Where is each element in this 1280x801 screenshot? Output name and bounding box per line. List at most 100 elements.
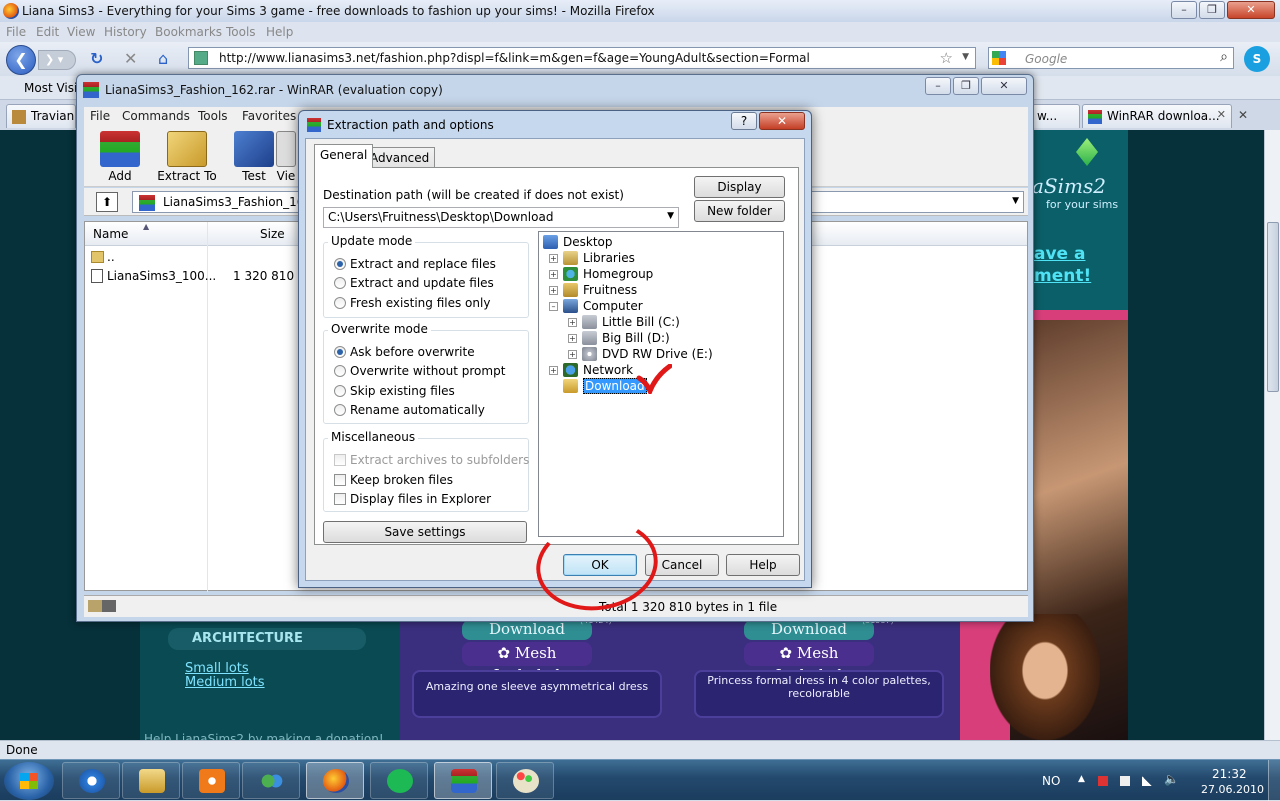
google-icon[interactable] xyxy=(992,51,1006,65)
radio-icon[interactable] xyxy=(334,385,346,397)
minimize-button[interactable]: – xyxy=(1171,1,1197,19)
help-button[interactable]: Help xyxy=(726,554,800,576)
menu-file[interactable]: File xyxy=(90,109,110,123)
checkbox-extract-subfolders[interactable]: Extract archives to subfolders xyxy=(334,453,529,467)
maximize-button[interactable]: ❐ xyxy=(1199,1,1225,19)
close-tab-icon[interactable]: ✕ xyxy=(1238,108,1248,122)
radio-overwrite-no-prompt[interactable]: Overwrite without prompt xyxy=(334,364,505,378)
url-dropdown-icon[interactable]: ▼ xyxy=(962,52,969,62)
device-icon[interactable] xyxy=(1120,776,1130,786)
menu-bookmarks[interactable]: Bookmarks xyxy=(155,25,222,39)
stop-icon[interactable]: ✕ xyxy=(124,50,137,68)
taskbar-paint[interactable] xyxy=(496,762,554,799)
display-button[interactable]: Display xyxy=(694,176,785,198)
download-button[interactable]: Download xyxy=(744,620,874,640)
small-lots-link[interactable]: Small lots xyxy=(185,661,249,676)
chevron-down-icon[interactable]: ▼ xyxy=(1012,196,1019,206)
taskbar-media-player[interactable] xyxy=(182,762,240,799)
reload-icon[interactable]: ↻ xyxy=(90,50,103,68)
skype-icon[interactable]: S xyxy=(1244,46,1270,72)
taskbar-messenger[interactable] xyxy=(242,762,300,799)
radio-fresh-existing[interactable]: Fresh existing files only xyxy=(334,296,490,310)
site-link-comment[interactable]: ment! xyxy=(1034,266,1091,286)
radio-extract-update[interactable]: Extract and update files xyxy=(334,276,494,290)
expand-icon[interactable]: + xyxy=(549,254,558,263)
clock-date[interactable]: 27.06.2010 xyxy=(1201,783,1264,796)
close-button[interactable]: ✕ xyxy=(981,77,1027,95)
checkbox-icon[interactable] xyxy=(334,454,346,466)
tab-general[interactable]: General xyxy=(314,144,374,168)
tab-winrar-download[interactable]: WinRAR downloa... ✕ xyxy=(1082,104,1232,128)
search-box[interactable]: Google ⌕ xyxy=(988,47,1234,69)
checkbox-icon[interactable] xyxy=(334,493,346,505)
extract-to-button[interactable]: Extract To xyxy=(150,129,224,185)
back-arrow-icon[interactable]: ❮ xyxy=(6,45,36,75)
tree-node-homegroup[interactable]: + Homegroup xyxy=(549,266,653,282)
checkbox-icon[interactable] xyxy=(334,474,346,486)
taskbar-ie[interactable] xyxy=(62,762,120,799)
tab-w[interactable]: w... xyxy=(1032,104,1080,128)
taskbar-winrar[interactable] xyxy=(434,762,492,799)
site-link-have-a[interactable]: ave a xyxy=(1034,244,1085,264)
close-button[interactable]: ✕ xyxy=(1227,1,1275,19)
view-button[interactable]: Vie xyxy=(274,129,298,185)
radio-icon[interactable] xyxy=(334,365,346,377)
tree-node-drive-c[interactable]: + Little Bill (C:) xyxy=(568,314,680,330)
taskbar-spotify[interactable] xyxy=(370,762,428,799)
radio-icon[interactable] xyxy=(334,277,346,289)
menu-file[interactable]: File xyxy=(6,25,26,39)
tree-node-network[interactable]: + Network xyxy=(549,362,633,378)
radio-ask-before[interactable]: Ask before overwrite xyxy=(334,345,475,359)
add-button[interactable]: Add xyxy=(90,129,150,185)
tree-node-fruitness[interactable]: + Fruitness xyxy=(549,282,637,298)
tree-node-download[interactable]: Download xyxy=(563,378,647,394)
expand-icon[interactable]: + xyxy=(568,318,577,327)
expand-icon[interactable]: + xyxy=(549,270,558,279)
collapse-icon[interactable]: – xyxy=(549,302,558,311)
minimize-button[interactable]: – xyxy=(925,77,951,95)
radio-icon[interactable] xyxy=(334,404,346,416)
tab-advanced[interactable]: Advanced xyxy=(364,147,436,167)
clock-time[interactable]: 21:32 xyxy=(1212,767,1247,781)
column-name[interactable]: Name xyxy=(93,227,128,241)
menu-help[interactable]: Help xyxy=(266,25,293,39)
close-tab-icon[interactable]: ✕ xyxy=(1217,108,1226,121)
expand-icon[interactable]: + xyxy=(549,286,558,295)
bookmark-most-visited[interactable]: Most Visit xyxy=(24,81,82,95)
radio-rename-auto[interactable]: Rename automatically xyxy=(334,403,485,417)
language-indicator[interactable]: NO xyxy=(1042,774,1060,788)
help-button[interactable]: ? xyxy=(731,112,757,130)
close-button[interactable]: ✕ xyxy=(759,112,805,130)
tree-node-drive-d[interactable]: + Big Bill (D:) xyxy=(568,330,670,346)
tree-node-desktop[interactable]: Desktop xyxy=(543,234,613,250)
menu-edit[interactable]: Edit xyxy=(36,25,59,39)
menu-history[interactable]: History xyxy=(104,25,147,39)
menu-favorites[interactable]: Favorites xyxy=(242,109,296,123)
radio-selected-icon[interactable] xyxy=(334,346,346,358)
radio-extract-replace[interactable]: Extract and replace files xyxy=(334,257,496,271)
bookmark-star-icon[interactable]: ☆ xyxy=(940,49,953,67)
action-center-icon[interactable] xyxy=(1098,776,1108,786)
url-bar[interactable]: http://www.lianasims3.net/fashion.php?di… xyxy=(188,47,976,69)
radio-skip-existing[interactable]: Skip existing files xyxy=(334,384,455,398)
expand-icon[interactable]: + xyxy=(568,350,577,359)
tab-travian[interactable]: Travian xyxy=(6,104,76,128)
expand-icon[interactable]: + xyxy=(549,366,558,375)
volume-icon[interactable]: 🔈 xyxy=(1164,772,1179,786)
tree-node-computer[interactable]: – Computer xyxy=(549,298,643,314)
taskbar-firefox[interactable] xyxy=(306,762,364,799)
donation-text[interactable]: Help LianaSims2 by making a donation! xyxy=(144,732,384,740)
home-icon[interactable]: ⌂ xyxy=(158,50,168,68)
drive-key-icon[interactable] xyxy=(88,600,116,612)
show-hidden-icons[interactable]: ▲ xyxy=(1078,774,1088,784)
menu-commands[interactable]: Commands xyxy=(122,109,190,123)
up-folder-icon[interactable]: ⬆ xyxy=(96,192,118,212)
search-icon[interactable]: ⌕ xyxy=(1220,49,1228,65)
forward-arrow-icon[interactable]: ❯ ▾ xyxy=(38,50,76,70)
network-signal-icon[interactable] xyxy=(1142,776,1152,786)
start-button[interactable] xyxy=(4,762,54,800)
checkbox-keep-broken[interactable]: Keep broken files xyxy=(334,473,453,487)
radio-icon[interactable] xyxy=(334,297,346,309)
destination-path-combo[interactable]: C:\Users\Fruitness\Desktop\Download ▼ xyxy=(323,207,679,228)
page-scrollbar[interactable] xyxy=(1264,130,1280,740)
